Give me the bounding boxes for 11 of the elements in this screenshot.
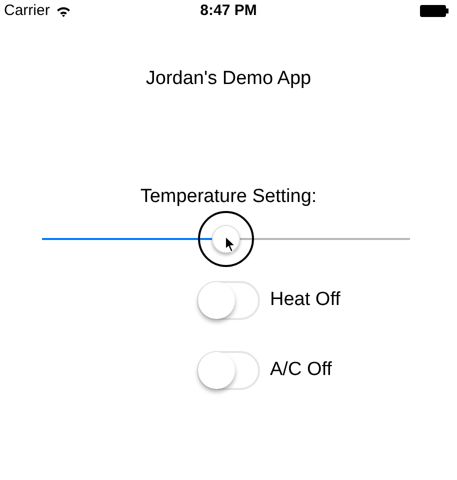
toggle-switch[interactable] <box>197 281 260 320</box>
wifi-icon <box>56 6 71 16</box>
switch-label: A/C Off <box>270 358 332 382</box>
clock-time: 8:47 PM <box>200 0 257 21</box>
carrier-label: Carrier <box>4 0 50 21</box>
toggle-switch[interactable] <box>197 351 260 390</box>
battery-icon <box>420 5 449 17</box>
app-title: Jordan's Demo App <box>146 67 312 91</box>
switch-label: Heat Off <box>270 288 340 312</box>
slider-label: Temperature Setting: <box>140 184 317 208</box>
pointer-icon <box>225 236 236 253</box>
